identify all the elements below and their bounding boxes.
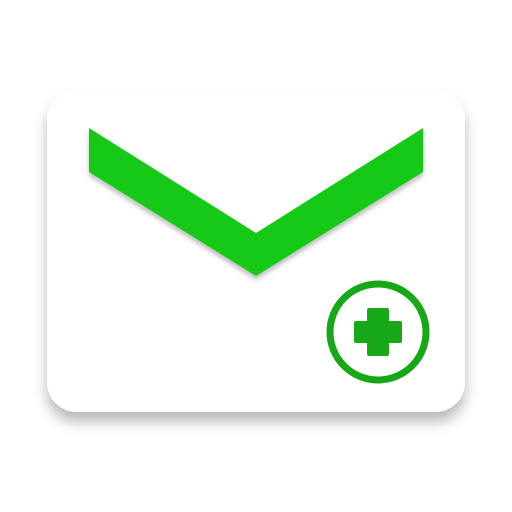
mail-add-icon bbox=[0, 0, 512, 512]
mail-add-app-icon bbox=[0, 0, 512, 512]
plus-horizontal-bar bbox=[354, 321, 402, 343]
plus-circle-icon bbox=[326, 280, 430, 384]
